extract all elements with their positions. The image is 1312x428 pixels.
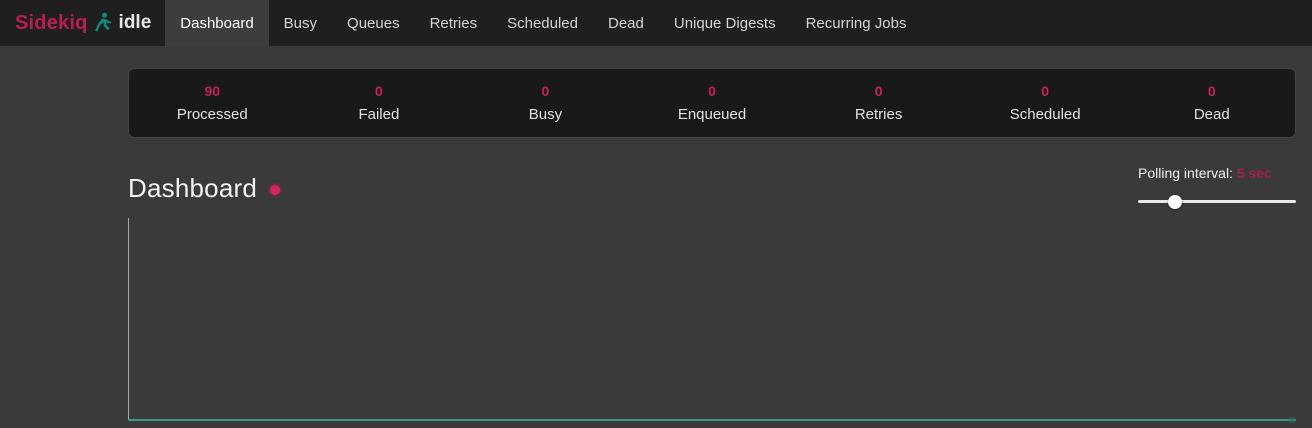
stat-dead-value: 0 [1128,84,1295,98]
realtime-chart [128,218,1296,428]
stat-dead-label: Dead [1128,107,1295,122]
stat-scheduled-value: 0 [962,84,1129,98]
chart-line-endpoint [1288,417,1296,423]
slider-track[interactable] [1138,200,1296,203]
nav-item-recurring-jobs[interactable]: Recurring Jobs [791,0,922,46]
stat-busy[interactable]: 0 Busy [462,84,629,122]
nav-item-dead[interactable]: Dead [593,0,659,46]
top-navbar: Sidekiq idle Dashboard Busy Queues Retri… [0,0,1312,46]
stat-retries-label: Retries [795,107,962,122]
stat-processed[interactable]: 90 Processed [129,84,296,122]
stat-enqueued-label: Enqueued [629,107,796,122]
nav-item-unique-digests[interactable]: Unique Digests [659,0,791,46]
nav-item-retries[interactable]: Retries [415,0,493,46]
stat-retries[interactable]: 0 Retries [795,84,962,122]
polling-interval-control: Polling interval: 5 sec [1138,165,1296,209]
live-beacon-icon [270,185,280,195]
summary-stats-bar: 90 Processed 0 Failed 0 Busy 0 Enqueued … [128,68,1296,138]
nav-item-dashboard[interactable]: Dashboard [165,0,268,46]
stat-failed[interactable]: 0 Failed [296,84,463,122]
polling-interval-label: Polling interval: 5 sec [1138,165,1296,181]
chart-series-line [128,419,1296,421]
stat-dead[interactable]: 0 Dead [1128,84,1295,122]
nav-item-queues[interactable]: Queues [332,0,415,46]
polling-interval-slider[interactable] [1138,195,1296,209]
status-text: idle [119,12,152,34]
stat-scheduled[interactable]: 0 Scheduled [962,84,1129,122]
brand[interactable]: Sidekiq idle [0,0,165,46]
page-title-wrap: Dashboard [128,173,280,204]
stat-enqueued-value: 0 [629,84,796,98]
dashboard-header-row: Dashboard Polling interval: 5 sec [128,170,1296,214]
stat-failed-value: 0 [296,84,463,98]
stat-processed-value: 90 [129,84,296,98]
page-title: Dashboard [128,173,257,204]
nav-items: Dashboard Busy Queues Retries Scheduled … [165,0,921,46]
stat-retries-value: 0 [795,84,962,98]
stat-busy-value: 0 [462,84,629,98]
stat-processed-label: Processed [129,107,296,122]
main-content: 90 Processed 0 Failed 0 Busy 0 Enqueued … [128,46,1296,214]
stat-enqueued[interactable]: 0 Enqueued [629,84,796,122]
chart-y-axis [128,218,129,421]
nav-item-busy[interactable]: Busy [269,0,332,46]
stat-failed-label: Failed [296,107,463,122]
stat-busy-label: Busy [462,107,629,122]
sidekiq-ninja-icon [95,12,112,34]
slider-thumb[interactable] [1168,195,1182,209]
stat-scheduled-label: Scheduled [962,107,1129,122]
polling-interval-value: 5 sec [1237,165,1272,181]
nav-item-scheduled[interactable]: Scheduled [492,0,593,46]
sidekiq-logo[interactable]: Sidekiq [15,12,88,35]
